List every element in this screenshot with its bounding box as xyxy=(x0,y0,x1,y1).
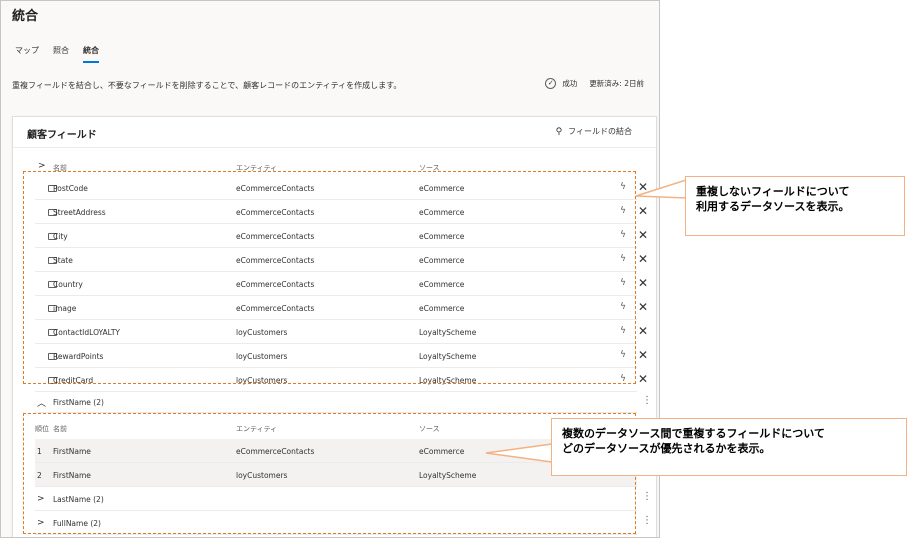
callout-duplicate-fields: 複数のデータソース間で重複するフィールドについて どのデータソースが優先されるか… xyxy=(551,418,907,476)
callout-pointer-1 xyxy=(635,178,687,199)
callout-line: 複数のデータソース間で重複するフィールドについて xyxy=(562,427,825,440)
callout-pointer-2 xyxy=(485,443,553,463)
callout-line: 重複しないフィールドについて xyxy=(696,185,850,198)
callout-unique-fields: 重複しないフィールドについて 利用するデータソースを表示。 xyxy=(685,176,905,236)
callout-line: どのデータソースが優先されるかを表示。 xyxy=(562,442,771,455)
callout-line: 利用するデータソースを表示。 xyxy=(696,200,850,213)
